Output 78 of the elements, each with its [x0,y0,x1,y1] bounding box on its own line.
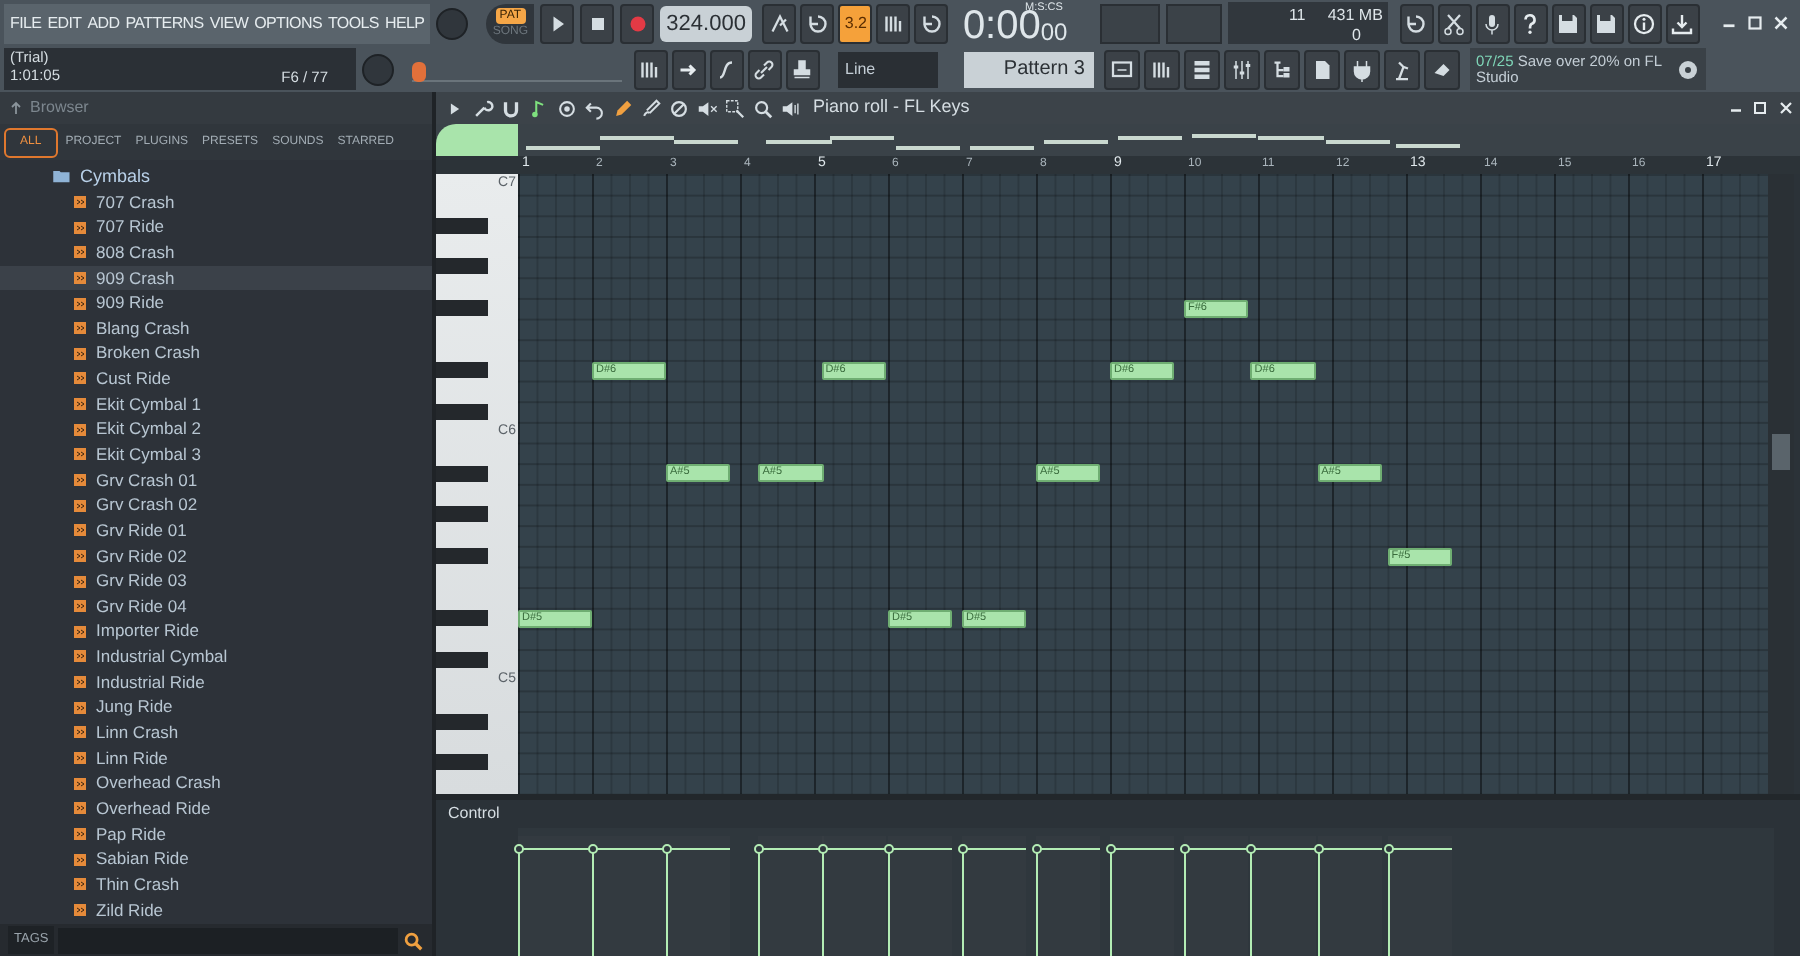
file-name: 707 Ride [96,214,165,240]
browser-item[interactable]: Overhead Crash [0,770,432,797]
time-fraction: 00 [1040,17,1068,45]
menu-item[interactable]: EDIT [47,11,82,35]
browser-item[interactable]: Grv Crash 01 [0,467,432,493]
file-name: Pap Ride [96,821,166,847]
file-name: 909 Crash [96,265,175,291]
menu-item[interactable]: VIEW [209,11,249,35]
browser-item[interactable]: Industrial Cymbal [0,644,432,670]
snap-selector[interactable]: Line [837,51,937,87]
control-label[interactable]: Control [448,802,500,826]
menu-item[interactable]: HELP [384,11,425,35]
file-name: Grv Crash 01 [96,467,198,493]
file-name: Grv Ride 02 [96,543,187,569]
browser-item[interactable]: Linn Crash [0,720,432,746]
browser-item[interactable]: Grv Ride 01 [0,517,432,544]
browser-title: Browser [30,96,89,120]
file-name: Importer Ride [96,618,199,645]
pattern-selector[interactable]: Pattern 3 [963,51,1093,87]
browser-item[interactable]: Pap Ride [0,821,432,847]
file-name: Linn Ride [96,745,168,771]
file-name: Overhead Ride [96,795,211,822]
browser-item[interactable]: Sabian Ride [0,846,432,872]
folder-label[interactable]: Cymbals [80,163,151,191]
menu-item[interactable]: TOOLS [327,11,379,35]
browser-item[interactable]: Cust Ride [0,366,432,392]
file-name: Broken Crash [96,340,200,367]
cpu-value: 11 [1288,4,1306,28]
menu-item[interactable]: OPTIONS [254,11,322,35]
file-name: Cust Ride [96,366,171,392]
file-name: 808 Crash [96,239,175,266]
file-name: Zild Ride [96,897,164,923]
file-name: Grv Ride 04 [96,593,187,620]
memory-value: 431 MB [1327,4,1383,28]
browser-item[interactable]: Linn Ride [0,745,432,771]
browser-item[interactable]: Ekit Cymbal 3 [0,442,432,468]
browser-item[interactable]: Grv Crash 02 [0,492,432,518]
browser-item[interactable]: Industrial Ride [0,669,432,695]
browser-item[interactable]: Jung Ride [0,694,432,721]
menu-item[interactable]: PATTERNS [125,11,204,35]
file-name: Grv Ride 03 [96,568,187,594]
file-name: Blang Crash [96,315,190,342]
file-name: Industrial Ride [96,669,205,696]
browser-item[interactable]: Importer Ride [0,619,432,645]
browser-item[interactable]: Grv Ride 04 [0,593,432,620]
browser-item[interactable]: Zild Ride [0,897,432,923]
browser-item[interactable]: 808 Crash [0,239,432,266]
browser-item[interactable]: Thin Crash [0,871,432,898]
file-name: Thin Crash [96,871,180,898]
step-snap-button[interactable]: 3.2 [838,3,873,43]
file-name: Industrial Cymbal [96,644,228,670]
file-name: Grv Ride 01 [96,517,187,544]
browser-item[interactable]: Ekit Cymbal 2 [0,416,432,443]
browser-item[interactable]: Overhead Ride [0,796,432,822]
browser-item[interactable]: 707 Ride [0,214,432,240]
browser-item[interactable]: 909 Crash [0,265,432,291]
file-name: Grv Crash 02 [96,492,198,519]
browser-item[interactable]: Ekit Cymbal 1 [0,391,432,417]
window-title: Piano roll - FL Keys [813,94,970,121]
file-name: Linn Crash [96,720,179,746]
browser-item[interactable]: Broken Crash [0,340,432,367]
browser-item[interactable]: Grv Ride 03 [0,568,432,594]
file-name: Ekit Cymbal 2 [96,416,201,443]
file-name: Ekit Cymbal 1 [96,391,201,417]
browser-item[interactable]: Grv Ride 02 [0,543,432,569]
browser-item[interactable]: 707 Crash [0,189,432,215]
polyphony-value: 0 [1351,24,1361,48]
tempo-display[interactable]: 324.000 [660,5,752,41]
browser-item[interactable]: 909 Ride [0,290,432,316]
menu-item[interactable]: FILE [10,11,42,35]
file-name: Sabian Ride [96,846,189,872]
file-name: 909 Ride [96,290,165,316]
file-name: 707 Crash [96,189,175,215]
file-name: Ekit Cymbal 3 [96,442,201,468]
file-name: Overhead Crash [96,770,221,797]
menu-item[interactable]: ADD [87,11,120,35]
browser-item[interactable]: Blang Crash [0,315,432,341]
file-name: Jung Ride [96,694,173,721]
